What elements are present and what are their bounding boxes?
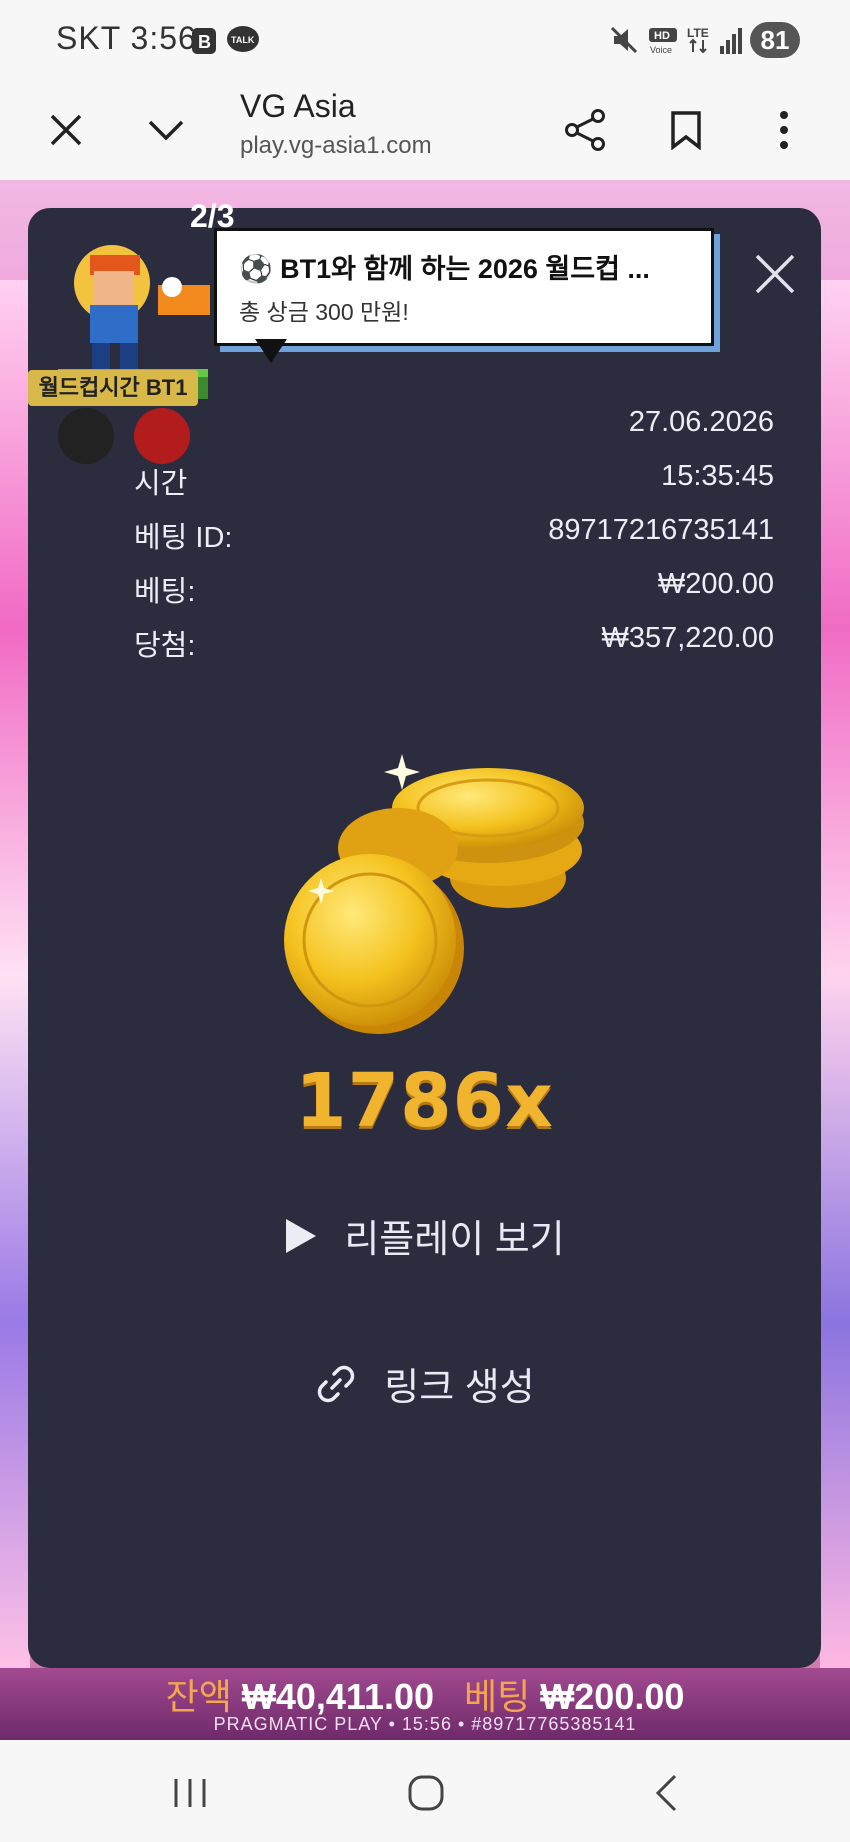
navigation-bar (0, 1740, 850, 1842)
bet-id-row: 베팅 ID: 89717216735141 (106, 506, 774, 560)
home-button[interactable] (396, 1768, 456, 1818)
chevron-down-icon (148, 120, 184, 141)
status-bar: SKT 3:56 B TALK HD Voice LTE 81 (0, 0, 850, 80)
win-amount: ₩357,220.00 (601, 622, 774, 654)
soccer-ball-red-icon (134, 408, 190, 464)
balance-label: 잔액 (165, 1676, 232, 1717)
game-background-left (0, 280, 30, 1670)
row-label: 시간 (134, 468, 188, 500)
provider-info: PRAGMATIC PLAY • 15:56 • #89717765385141 (213, 1714, 637, 1734)
svg-text:Voice: Voice (650, 45, 672, 55)
bet-label: 베팅 (464, 1676, 531, 1717)
carrier-name: SKT (56, 20, 121, 56)
share-icon (565, 109, 605, 151)
bet-time-row: 시간 15:35:45 (106, 452, 774, 506)
win-multiplier: 1786x (295, 1058, 554, 1144)
balance-line: 잔액 ₩40,411.00 베팅 ₩200.00 (0, 1668, 850, 1720)
soccer-ball-icon (58, 408, 114, 464)
row-label: 베팅: (134, 576, 196, 608)
bet-info-list: 27.06.2026 시간 15:35:45 베팅 ID: 8971721673… (106, 398, 774, 668)
promo-tooltip[interactable]: ⚽ BT1와 함께 하는 2026 월드컵 ... 총 상금 300 만원! (214, 228, 714, 363)
tooltip-tail (255, 339, 287, 363)
row-label: 베팅 ID: (134, 522, 233, 554)
close-tab-button[interactable] (36, 100, 96, 160)
bet-id: 89717216735141 (548, 514, 774, 546)
bookmark-button[interactable] (656, 100, 716, 160)
battery-level: 81 (750, 22, 800, 58)
status-time: 3:56 (130, 20, 197, 56)
more-options-button[interactable] (754, 100, 814, 160)
game-info-bar: 잔액 ₩40,411.00 베팅 ₩200.00 PRAGMATIC PLAY … (0, 1668, 850, 1740)
svg-text:TALK: TALK (231, 35, 255, 45)
create-link-button[interactable]: 링크 생성 (28, 1356, 821, 1411)
win-amount-row: 당첨: ₩357,220.00 (106, 614, 774, 668)
close-panel-button[interactable] (739, 238, 811, 310)
mute-icon (610, 26, 638, 54)
replay-button[interactable]: 리플레이 보기 (28, 1208, 821, 1263)
promo-subtitle: 총 상금 300 만원! (239, 299, 409, 325)
page-url[interactable]: play.vg-asia1.com (240, 132, 432, 160)
carrier-time: SKT 3:56 (56, 20, 197, 57)
play-icon (286, 1218, 317, 1253)
recent-apps-icon (174, 1779, 206, 1807)
bookmark-icon (671, 111, 701, 150)
link-label: 링크 생성 (384, 1367, 535, 1409)
close-icon (755, 254, 795, 294)
page-title: VG Asia (240, 88, 356, 124)
browser-toolbar (0, 80, 850, 181)
promo-title: ⚽ BT1와 함께 하는 2026 월드컵 ... (239, 254, 650, 284)
close-icon (50, 114, 82, 146)
back-button[interactable] (636, 1768, 696, 1818)
svg-text:HD: HD (654, 30, 670, 42)
recent-apps-button[interactable] (160, 1768, 220, 1818)
bet-amount: ₩200.00 (657, 568, 774, 600)
bet-amount-row: 베팅: ₩200.00 (106, 560, 774, 614)
signal-icon (720, 28, 742, 54)
bet-time: 15:35:45 (661, 460, 774, 492)
worldcup-label: 월드컵시간 BT1 (28, 370, 198, 406)
b-app-icon: B (192, 28, 216, 54)
link-icon (318, 1365, 355, 1402)
bet-date: 27.06.2026 (628, 406, 774, 438)
balance-value: ₩40,411.00 (241, 1676, 435, 1717)
game-background-right (820, 280, 850, 1670)
back-icon (655, 1774, 677, 1812)
gold-coins-icon (284, 754, 584, 1034)
bet-value: ₩200.00 (540, 1676, 685, 1717)
kakaotalk-icon: TALK (227, 26, 259, 52)
share-button[interactable] (556, 100, 616, 160)
lte-icon: LTE (687, 26, 709, 54)
minimize-button[interactable] (136, 100, 196, 160)
svg-text:B: B (198, 32, 211, 52)
hd-voice-icon: HD Voice (649, 28, 677, 55)
replay-label: 리플레이 보기 (344, 1219, 565, 1261)
row-label: 당첨: (134, 630, 196, 662)
svg-text:LTE: LTE (687, 26, 709, 40)
home-icon (408, 1775, 444, 1811)
more-vert-icon (780, 111, 788, 149)
